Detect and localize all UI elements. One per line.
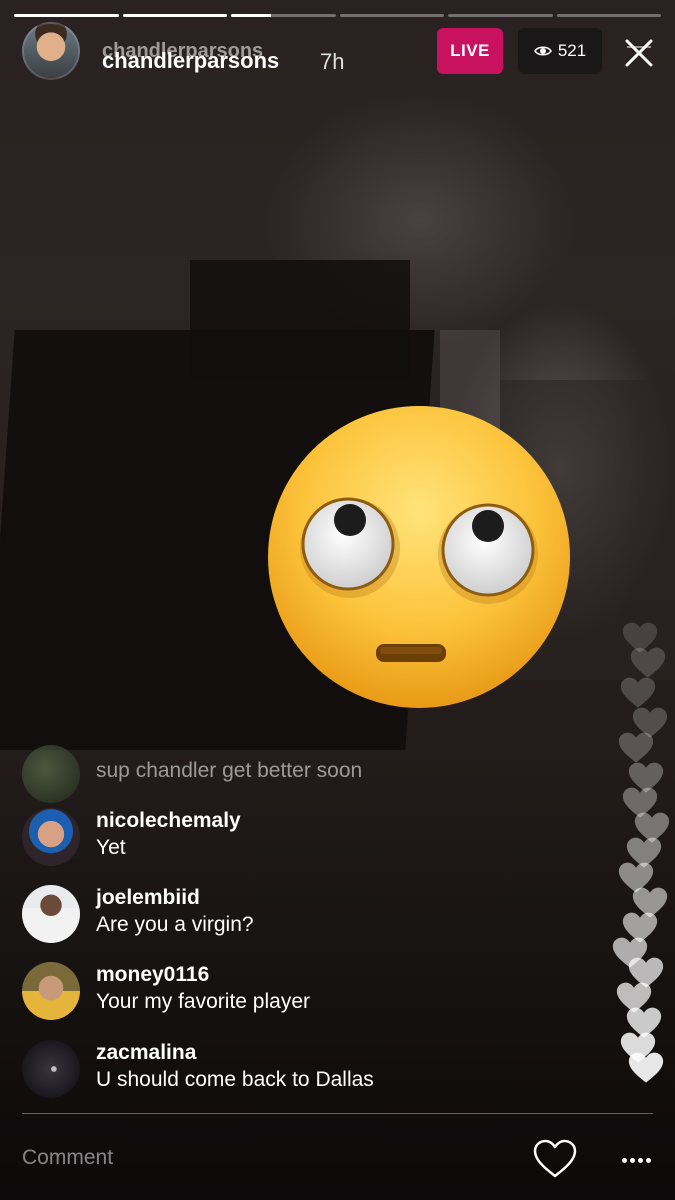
viewer-count: 521 <box>557 41 587 60</box>
commenter-avatar[interactable] <box>22 962 80 1020</box>
commenter-avatar[interactable] <box>22 885 80 943</box>
commenter-username[interactable]: zacmalina <box>96 1040 374 1066</box>
commenter-username[interactable]: nicolechemaly <box>96 808 241 834</box>
elapsed-time: 7h <box>320 49 345 74</box>
commenter-avatar[interactable] <box>22 808 80 866</box>
comment-message: U should come back to Dallas <box>96 1068 374 1091</box>
progress-segment <box>448 14 553 17</box>
comment-input[interactable] <box>22 1140 482 1176</box>
rolling-eyes-emoji <box>268 406 570 708</box>
commenter-username[interactable]: money0116 <box>96 962 310 988</box>
story-progress-bar <box>14 14 661 17</box>
comment-item: joelembiid Are you a virgin? <box>22 885 254 943</box>
comment-item: zacmalina U should come back to Dallas <box>22 1040 374 1098</box>
eye-icon <box>533 46 552 56</box>
comment-message: Yet <box>96 836 126 859</box>
commenter-username[interactable]: joelembiid <box>96 885 254 911</box>
progress-segment <box>556 14 661 17</box>
comment-item: nicolechemaly Yet <box>22 808 241 866</box>
floating-heart-icon <box>628 1052 664 1083</box>
broadcaster-username[interactable]: chandlerparsons <box>102 48 279 74</box>
comment-bar-divider <box>22 1113 653 1114</box>
viewer-count-badge[interactable]: 521 <box>518 28 602 74</box>
progress-segment <box>14 14 119 17</box>
progress-segment <box>339 14 444 17</box>
comment-message: Your my favorite player <box>96 990 310 1013</box>
close-icon[interactable] <box>622 36 656 70</box>
comment-item: money0116 Your my favorite player <box>22 962 310 1020</box>
comment-item: sup chandler get better soon <box>22 745 362 803</box>
floating-hearts <box>590 600 670 1100</box>
heart-outline-icon[interactable] <box>532 1138 578 1180</box>
broadcaster-avatar[interactable] <box>22 22 80 80</box>
progress-segment <box>231 14 336 17</box>
commenter-avatar[interactable] <box>22 745 80 803</box>
commenter-avatar[interactable] <box>22 1040 80 1098</box>
comment-message: sup chandler get better soon <box>96 759 363 782</box>
comment-message: Are you a virgin? <box>96 913 254 936</box>
progress-segment <box>122 14 227 17</box>
more-options-icon[interactable] <box>616 1150 656 1170</box>
live-badge: LIVE <box>437 28 503 74</box>
